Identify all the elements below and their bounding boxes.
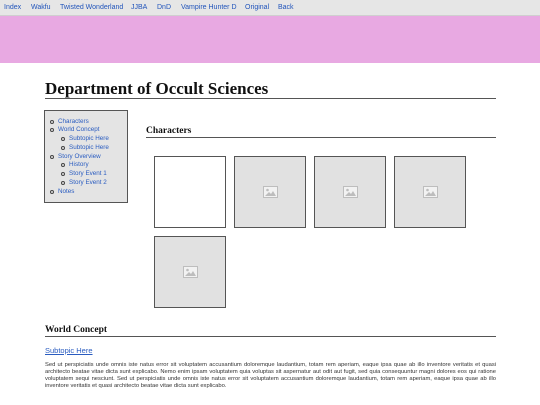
toc-item-history[interactable]: History [61,161,89,169]
character-thumbnail[interactable] [394,156,466,228]
world-concept-heading: World Concept [45,325,108,335]
toc-item-label: Story Event 1 [69,170,107,177]
nav-link-vampire-hunter-d[interactable]: Vampire Hunter D [181,3,237,12]
header-banner [0,16,540,63]
nav-link-jjba[interactable]: JJBA [131,3,147,12]
nav-link-twisted-wonderland[interactable]: Twisted Wonderland [60,3,123,12]
toc-item-story-event-1[interactable]: Story Event 1 [61,170,107,178]
nav-link-dnd[interactable]: DnD [157,3,171,12]
toc-item-story-overview[interactable]: Story Overview [50,153,101,161]
toc-item-characters[interactable]: Characters [50,118,89,126]
bullet-icon [50,128,54,132]
toc-item-label: Story Event 2 [69,179,107,186]
nav-link-index[interactable]: Index [4,3,21,12]
bullet-icon [61,137,65,141]
toc-item-world-concept[interactable]: World Concept [50,126,100,134]
nav-link-back[interactable]: Back [278,3,294,12]
subtopic-link[interactable]: Subtopic Here [45,346,93,355]
toc-item-label: Notes [58,188,75,195]
bullet-icon [50,190,54,194]
toc-item-story-event-2[interactable]: Story Event 2 [61,179,107,187]
toc-item-label: World Concept [58,126,100,133]
toc-item-subtopic-here-1[interactable]: Subtopic Here [61,135,109,143]
bullet-icon [61,172,65,176]
character-thumbnail[interactable] [154,156,226,228]
bullet-icon [50,120,54,124]
character-thumbnail[interactable] [154,236,226,308]
character-thumbnail[interactable] [234,156,306,228]
nav-link-wakfu[interactable]: Wakfu [31,3,51,12]
bullet-icon [61,146,65,150]
toc-item-notes[interactable]: Notes [50,188,74,196]
bullet-icon [50,155,54,159]
world-concept-divider [45,336,496,337]
title-divider [45,98,496,99]
top-nav: Index Wakfu Twisted Wonderland JJBA DnD … [0,0,540,16]
characters-heading: Characters [146,126,192,136]
toc-item-label: Subtopic Here [69,135,109,142]
toc-item-label: Subtopic Here [69,144,109,151]
image-icon [262,186,278,198]
character-thumbnail[interactable] [314,156,386,228]
toc-item-label: Story Overview [58,153,101,160]
characters-divider [146,137,496,138]
page-title: Department of Occult Sciences [45,79,269,98]
nav-link-original[interactable]: Original [245,3,269,12]
toc-item-label: Characters [58,118,89,125]
image-icon [182,266,198,278]
toc-item-label: History [69,161,89,168]
toc-item-subtopic-here-2[interactable]: Subtopic Here [61,144,109,152]
bullet-icon [61,163,65,167]
image-icon [422,186,438,198]
table-of-contents: Characters World Concept Subtopic Here S… [44,110,128,203]
image-icon [342,186,358,198]
world-concept-paragraph: Sed ut perspiciatis unde omnis iste natu… [45,362,496,389]
bullet-icon [61,181,65,185]
